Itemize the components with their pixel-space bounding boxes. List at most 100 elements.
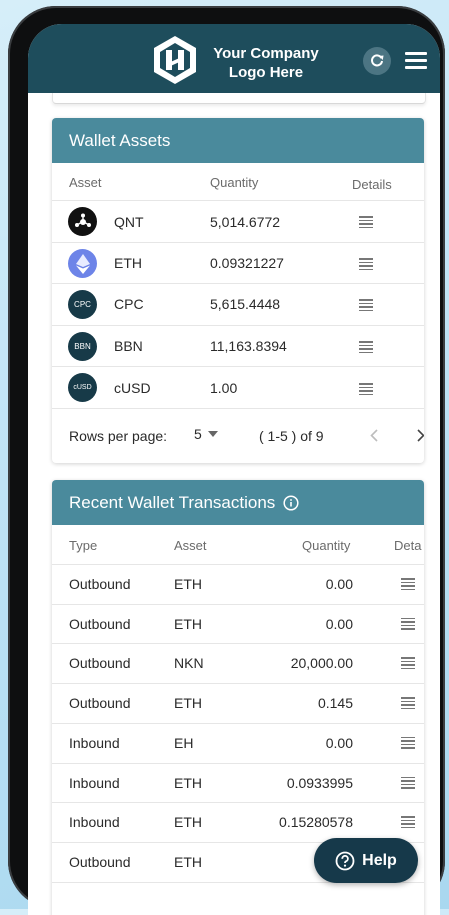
details-list-icon[interactable] [359,383,373,395]
tx-asset: ETH [174,615,202,632]
row-divider [52,683,424,685]
info-icon[interactable] [283,494,299,511]
tx-asset: ETH [174,853,202,870]
asset-quantity: 1.00 [210,380,238,396]
col-header-type[interactable]: Type [69,538,97,553]
details-list-icon[interactable] [401,736,415,749]
col-header-quantity[interactable]: Quantity [210,175,258,190]
recent-transactions-header: Recent Wallet Transactions [52,480,424,525]
refresh-button[interactable] [363,47,391,75]
details-list-icon[interactable] [359,299,373,311]
help-question-icon [335,851,355,870]
menu-bar [405,52,427,55]
col-header-asset[interactable]: Asset [69,175,102,190]
tx-type: Outbound [69,853,131,870]
tx-type: Inbound [69,734,120,751]
details-list-icon[interactable] [401,697,415,710]
rows-per-page-select[interactable]: 5 [194,426,218,442]
details-list-icon[interactable] [359,216,373,228]
top-app-bar: Your Company Logo Here [28,24,440,93]
tx-type: Inbound [69,774,120,791]
logo-text: Your Company Logo Here [206,44,326,82]
row-divider [52,242,424,243]
row-divider [52,325,424,326]
wallet-assets-title: Wallet Assets [69,130,171,150]
row-divider [52,802,424,804]
details-list-icon[interactable] [359,341,373,353]
tx-quantity: 20,000.00 [290,655,353,672]
tx-type: Outbound [69,695,131,712]
eth-icon [68,249,97,278]
phone-frame: Your Company Logo Here Wallet Assets Ass… [8,6,445,915]
refresh-icon [371,54,384,67]
details-list-icon[interactable] [401,617,415,630]
tx-quantity: 0.145 [317,695,353,712]
logo-line-1: Your Company [213,45,319,62]
previous-page-icon[interactable] [370,429,378,442]
tx-quantity: 0.15280578 [279,814,353,831]
row-divider [52,643,424,645]
details-list-icon[interactable] [401,816,415,829]
hamburger-menu-button[interactable] [405,52,427,70]
col-header-quantity[interactable]: Quantity [302,538,350,553]
wallet-assets-header: Wallet Assets [52,118,424,163]
col-header-asset[interactable]: Asset [174,538,207,553]
page-content: Wallet Assets Asset Quantity Details QNT… [28,93,440,915]
asset-quantity: 11,163.8394 [210,338,287,354]
asset-symbol: CPC [114,296,144,312]
previous-card-edge [52,93,426,104]
rows-per-page-value: 5 [194,426,202,442]
row-divider [52,366,424,367]
tx-asset: ETH [174,576,202,592]
asset-symbol: cUSD [114,380,151,396]
details-list-icon[interactable] [359,258,373,270]
qnt-glyph [74,213,91,227]
tx-asset: ETH [174,774,202,791]
cusd-icon: cUSD [68,373,97,402]
menu-bar [405,59,427,62]
asset-symbol: ETH [114,255,142,271]
asset-quantity: 0.09321227 [210,255,284,271]
qnt-icon [68,207,97,236]
row-divider [52,762,424,764]
col-header-details: Deta [394,538,422,553]
tx-type: Outbound [69,576,131,592]
cpc-icon: CPC [68,290,97,319]
tx-type: Inbound [69,814,120,831]
company-logo-icon [154,36,196,84]
tx-type: Outbound [69,615,131,632]
pagination-range: ( 1-5 ) of 9 [259,428,324,444]
cusd-badge-text: cUSD [73,384,92,391]
tx-quantity: 0.00 [325,615,353,632]
row-divider [52,408,424,409]
rows-per-page-label: Rows per page: [69,428,168,444]
next-page-icon[interactable] [417,429,424,442]
details-list-icon[interactable] [401,657,415,670]
tx-quantity: 0.00 [325,734,353,751]
row-divider [52,283,424,284]
help-button[interactable]: Help [314,838,418,883]
details-list-icon[interactable] [401,578,415,590]
tx-type: Outbound [69,655,131,672]
asset-quantity: 5,615.4448 [210,296,281,312]
eth-glyph [75,253,90,274]
asset-quantity: 5,014.6772 [210,214,281,230]
tx-asset: NKN [174,655,204,672]
asset-symbol: BBN [114,338,143,354]
row-divider [52,603,424,605]
recent-transactions-title: Recent Wallet Transactions [69,492,276,512]
details-list-icon[interactable] [401,776,415,789]
col-header-details: Details [352,177,392,192]
menu-bar [405,66,427,69]
bbn-badge-text: BBN [74,342,91,351]
row-divider [52,722,424,724]
help-button-label: Help [362,851,397,869]
app-screen: Your Company Logo Here Wallet Assets Ass… [28,24,440,915]
row-divider [52,564,424,565]
tx-asset: ETH [174,695,202,712]
bbn-icon: BBN [68,332,97,361]
tx-asset: ETH [174,814,202,831]
caret-down-icon [207,431,218,437]
logo-line-2: Logo Here [228,64,304,81]
tx-quantity: 0.00 [325,576,353,592]
